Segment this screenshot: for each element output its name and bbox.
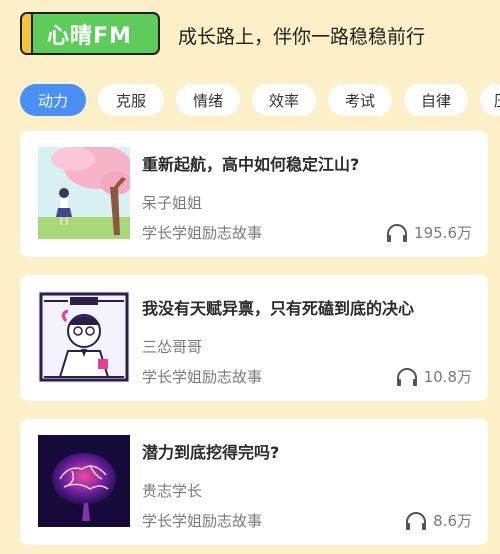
headphones-icon	[405, 511, 427, 530]
story-category: 学长学姐励志故事	[142, 368, 263, 386]
tab-qingxu[interactable]: 情绪	[176, 84, 240, 116]
logo-strip	[22, 14, 33, 53]
tab-kefu[interactable]: 克服	[98, 84, 164, 116]
play-count-value: 8.6万	[433, 512, 472, 530]
story-author: 呆子姐姐	[142, 194, 203, 212]
play-count: 10.8万	[396, 366, 472, 387]
story-card[interactable]: 潜力到底挖得完吗? 贵志学长 学长学姐励志故事 8.6万	[20, 419, 488, 545]
tab-zilv[interactable]: 自律	[404, 84, 468, 116]
logo-text: 心晴FM	[47, 23, 132, 49]
story-title: 潜力到底挖得完吗?	[142, 443, 280, 462]
story-author: 三怂哥哥	[142, 338, 203, 356]
story-thumbnail	[38, 435, 130, 527]
play-count-value: 195.6万	[414, 224, 472, 242]
tab-ya[interactable]: 压	[480, 84, 500, 116]
tab-kaoshi[interactable]: 考试	[328, 84, 392, 116]
tab-xiaolv[interactable]: 效率	[252, 84, 316, 116]
story-category: 学长学姐励志故事	[142, 224, 263, 242]
headphones-icon	[386, 223, 408, 242]
category-tabs-bar: 动力 克服 情绪 效率 考试 自律 压	[0, 80, 500, 122]
story-title: 我没有天赋异禀，只有死磕到底的决心	[142, 299, 415, 318]
play-count: 8.6万	[405, 510, 472, 531]
header-slogan: 成长路上，伴你一路稳稳前行	[178, 26, 426, 48]
headphones-icon	[396, 367, 418, 386]
play-count: 195.6万	[386, 222, 472, 243]
story-category: 学长学姐励志故事	[142, 512, 263, 530]
story-author: 贵志学长	[142, 482, 203, 500]
story-title: 重新起航，高中如何稳定江山?	[142, 155, 360, 174]
app-logo: 心晴FM	[20, 12, 160, 55]
story-card[interactable]: 重新起航，高中如何稳定江山? 呆子姐姐 学长学姐励志故事 195.6万	[20, 131, 488, 257]
tab-dongli[interactable]: 动力	[20, 84, 86, 116]
story-thumbnail	[38, 147, 130, 239]
play-count-value: 10.8万	[423, 368, 472, 386]
story-thumbnail	[38, 291, 130, 383]
story-card[interactable]: 我没有天赋异禀，只有死磕到底的决心 三怂哥哥 学长学姐励志故事 10.8万	[20, 275, 488, 401]
